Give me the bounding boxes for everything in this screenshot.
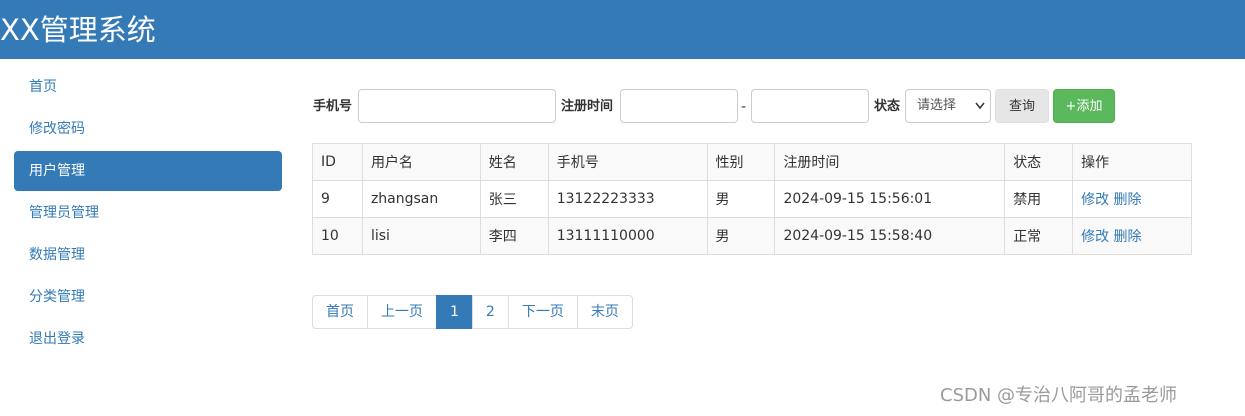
sidebar-item-home[interactable]: 首页 <box>14 67 282 107</box>
page-first-button[interactable]: 首页 <box>312 295 368 329</box>
query-button[interactable]: 查询 <box>995 89 1049 123</box>
register-time-start-input[interactable] <box>620 89 738 123</box>
register-time-label: 注册时间 <box>561 99 614 114</box>
table-header-row: ID 用户名 姓名 手机号 性别 注册时间 状态 操作 <box>312 143 1192 181</box>
table-row: 9 zhangsan 张三 13122223333 男 2024-09-15 1… <box>312 180 1192 218</box>
column-header-name: 姓名 <box>479 143 549 181</box>
column-header-status: 状态 <box>1004 143 1074 181</box>
date-range-separator: - <box>741 99 747 115</box>
cell-gender: 男 <box>706 180 776 218</box>
sidebar-item-logout[interactable]: 退出登录 <box>14 319 282 359</box>
page-next-button[interactable]: 下一页 <box>507 295 578 329</box>
status-select[interactable]: 请选择 <box>905 89 991 123</box>
cell-register-time: 2024-09-15 15:58:40 <box>774 217 1006 255</box>
sidebar-item-data-management[interactable]: 数据管理 <box>14 235 282 275</box>
top-header: XX管理系统 <box>0 0 1245 59</box>
page: XX管理系统 首页 修改密码 用户管理 管理员管理 数据管理 分类管理 退出登录… <box>0 0 1245 416</box>
register-time-end-input[interactable] <box>751 89 869 123</box>
page-number-2[interactable]: 2 <box>471 295 509 329</box>
cell-gender: 男 <box>706 217 776 255</box>
sidebar-nav: 首页 修改密码 用户管理 管理员管理 数据管理 分类管理 退出登录 <box>14 67 282 361</box>
cell-username: zhangsan <box>361 180 481 218</box>
add-button[interactable]: +添加 <box>1053 89 1115 123</box>
cell-actions: 修改 删除 <box>1072 180 1192 218</box>
column-header-actions: 操作 <box>1072 143 1192 181</box>
sidebar-item-admin-management[interactable]: 管理员管理 <box>14 193 282 233</box>
pagination: 首页 上一页 1 2 下一页 末页 <box>312 295 633 329</box>
csdn-watermark: CSDN @专治八阿哥的孟老师 <box>940 385 1178 406</box>
cell-username: lisi <box>361 217 481 255</box>
status-select-value: 请选择 <box>917 98 957 113</box>
cell-phone: 13111110000 <box>547 217 708 255</box>
cell-id: 9 <box>312 180 363 218</box>
cell-status: 正常 <box>1004 217 1074 255</box>
chevron-down-icon <box>975 90 985 136</box>
app-title: XX管理系统 <box>0 13 156 47</box>
delete-link[interactable]: 删除 <box>1114 192 1142 208</box>
page-prev-button[interactable]: 上一页 <box>367 295 437 329</box>
column-header-register-time: 注册时间 <box>774 143 1006 181</box>
cell-name: 李四 <box>479 217 549 255</box>
page-number-1[interactable]: 1 <box>436 295 473 329</box>
sidebar-item-user-management[interactable]: 用户管理 <box>14 151 282 191</box>
cell-id: 10 <box>312 217 363 255</box>
status-label: 状态 <box>874 99 901 114</box>
table-row: 10 lisi 李四 13111110000 男 2024-09-15 15:5… <box>312 217 1192 255</box>
delete-link[interactable]: 删除 <box>1114 229 1142 245</box>
column-header-gender: 性别 <box>706 143 776 181</box>
cell-status: 禁用 <box>1004 180 1074 218</box>
user-table: ID 用户名 姓名 手机号 性别 注册时间 状态 操作 9 zhangsan 张… <box>312 143 1192 255</box>
cell-phone: 13122223333 <box>547 180 708 218</box>
sidebar-item-category-management[interactable]: 分类管理 <box>14 277 282 317</box>
phone-input[interactable] <box>358 89 556 123</box>
column-header-id: ID <box>312 143 363 181</box>
edit-link[interactable]: 修改 <box>1081 192 1109 208</box>
phone-label: 手机号 <box>313 99 353 114</box>
cell-actions: 修改 删除 <box>1072 217 1192 255</box>
sidebar-item-change-password[interactable]: 修改密码 <box>14 109 282 149</box>
column-header-phone: 手机号 <box>547 143 708 181</box>
edit-link[interactable]: 修改 <box>1081 229 1109 245</box>
page-last-button[interactable]: 末页 <box>576 295 633 329</box>
cell-register-time: 2024-09-15 15:56:01 <box>774 180 1006 218</box>
column-header-username: 用户名 <box>361 143 481 181</box>
cell-name: 张三 <box>479 180 549 218</box>
